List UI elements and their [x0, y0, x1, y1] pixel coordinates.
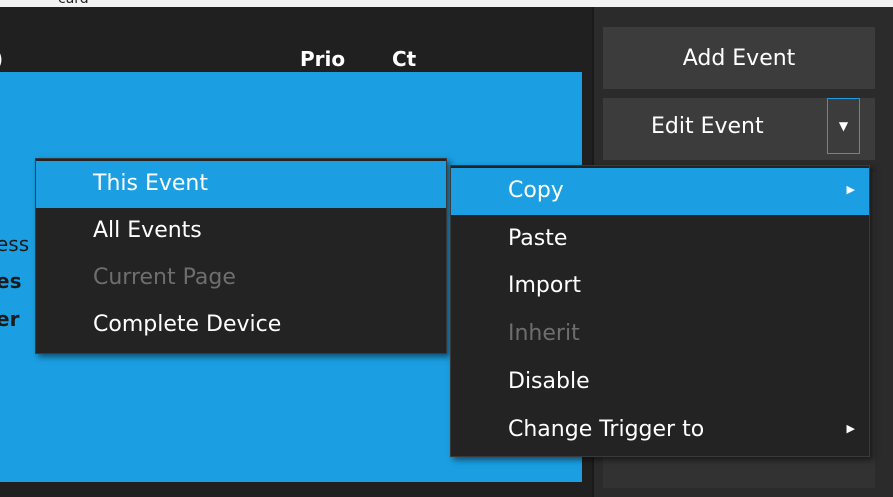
menu-item-label: Change Trigger to: [508, 417, 705, 442]
menu-item-all-events[interactable]: All Events: [36, 208, 446, 255]
top-fragment-text: card: [58, 0, 89, 7]
menu-item-current-page: Current Page: [36, 255, 446, 302]
menu-item-label: Copy: [508, 178, 564, 203]
event-list-header: ) Prio Ct: [0, 7, 592, 72]
row-fragment-1: ess: [0, 232, 30, 256]
menu-item-label: Import: [508, 273, 582, 298]
event-context-menu: Copy ▶ Paste Import Inherit Disable Chan…: [450, 165, 870, 457]
top-window-strip: card: [0, 0, 893, 7]
edit-event-dropdown-button[interactable]: ▼: [827, 98, 860, 154]
header-paren: ): [0, 47, 3, 71]
row-fragment-2: es: [0, 269, 22, 293]
menu-item-label: Paste: [508, 226, 568, 251]
menu-item-complete-device[interactable]: Complete Device: [36, 302, 446, 349]
add-event-button[interactable]: Add Event: [603, 27, 875, 89]
menu-item-label: All Events: [93, 218, 202, 243]
chevron-down-icon: ▼: [838, 119, 849, 133]
menu-item-import[interactable]: Import: [451, 263, 869, 310]
menu-item-label: This Event: [93, 171, 208, 196]
edit-event-label: Edit Event: [651, 114, 764, 139]
menu-item-change-trigger[interactable]: Change Trigger to ▶: [451, 407, 869, 454]
menu-item-copy[interactable]: Copy ▶: [451, 168, 869, 215]
row-fragment-3: er: [0, 307, 20, 331]
menu-item-this-event[interactable]: This Event: [36, 161, 446, 208]
chevron-right-icon: ▶: [846, 422, 855, 435]
menu-item-label: Complete Device: [93, 312, 282, 337]
menu-item-label: Inherit: [508, 321, 580, 346]
chevron-right-icon: ▶: [846, 183, 855, 196]
scope-submenu: This Event All Events Current Page Compl…: [35, 158, 447, 354]
menu-item-disable[interactable]: Disable: [451, 359, 869, 406]
menu-item-inherit: Inherit: [451, 311, 869, 358]
menu-item-label: Current Page: [93, 265, 236, 290]
header-prio[interactable]: Prio: [300, 47, 345, 71]
header-ct[interactable]: Ct: [392, 47, 416, 71]
menu-item-label: Disable: [508, 369, 590, 394]
menu-item-paste[interactable]: Paste: [451, 216, 869, 263]
